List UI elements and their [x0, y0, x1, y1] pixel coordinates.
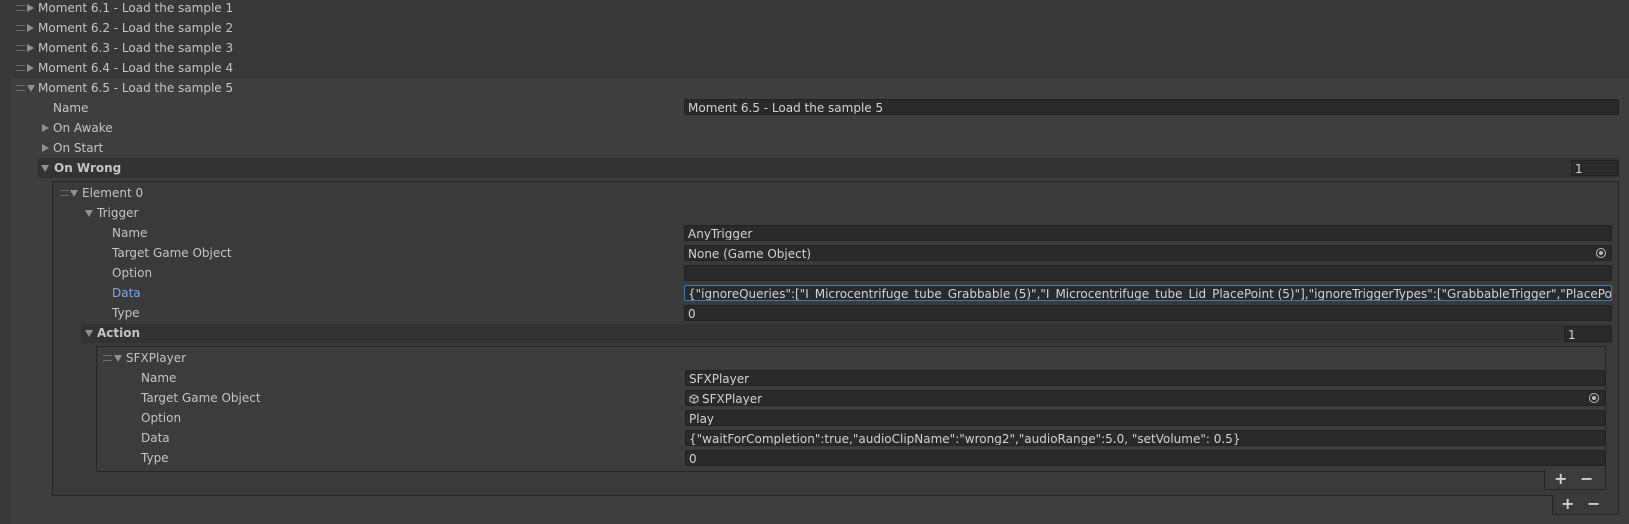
action-label: Action [97, 326, 141, 340]
element-0-row[interactable]: Element 0 [55, 183, 655, 203]
sfx-option-label: Option [141, 411, 182, 425]
remove-action-button[interactable]: − [1580, 469, 1593, 489]
drag-handle-icon[interactable] [103, 355, 112, 361]
collapse-arrow-icon[interactable] [85, 330, 93, 337]
sfx-type-field[interactable]: 0 [685, 450, 1605, 466]
collapse-arrow-icon[interactable] [27, 85, 35, 92]
add-action-button[interactable]: + [1554, 469, 1567, 489]
trigger-name-field[interactable]: AnyTrigger [684, 225, 1612, 241]
moment-row-6-3[interactable]: Moment 6.3 - Load the sample 3 [0, 38, 1629, 58]
sfxplayer-label: SFXPlayer [126, 351, 187, 365]
drag-handle-icon[interactable] [16, 25, 25, 31]
sfx-target-field[interactable]: SFXPlayer [685, 390, 1605, 406]
moment-label: Moment 6.2 - Load the sample 2 [38, 21, 234, 35]
trigger-option-label: Option [112, 266, 153, 280]
sfx-data-field[interactable]: {"waitForCompletion":true,"audioClipName… [685, 430, 1605, 446]
on-start-row[interactable]: On Start [40, 138, 640, 158]
trigger-type-field[interactable]: 0 [684, 305, 1612, 321]
drag-handle-icon[interactable] [60, 190, 69, 196]
object-picker-icon[interactable] [1596, 248, 1606, 258]
drag-handle-icon[interactable] [16, 85, 25, 91]
moment-row-6-1[interactable]: Moment 6.1 - Load the sample 1 [0, 0, 1629, 18]
add-element-button[interactable]: + [1561, 494, 1574, 514]
on-start-label: On Start [53, 141, 104, 155]
collapse-arrow-icon[interactable] [70, 190, 78, 197]
expand-arrow-icon[interactable] [27, 24, 34, 32]
moment-name-field[interactable]: Moment 6.5 - Load the sample 5 [684, 99, 1619, 115]
moment-label: Moment 6.5 - Load the sample 5 [38, 81, 234, 95]
trigger-target-value: None (Game Object) [688, 247, 812, 261]
drag-handle-icon[interactable] [16, 45, 25, 51]
on-awake-label: On Awake [53, 121, 113, 135]
expand-arrow-icon[interactable] [42, 124, 49, 132]
drag-handle-icon[interactable] [16, 65, 25, 71]
moment-row-6-5[interactable]: Moment 6.5 - Load the sample 5 [0, 78, 1629, 98]
sfx-type-label: Type [141, 451, 169, 465]
on-wrong-size-field[interactable]: 1 [1571, 160, 1619, 176]
expand-arrow-icon[interactable] [27, 64, 34, 72]
action-header[interactable]: Action [81, 324, 1612, 343]
trigger-type-label: Type [112, 306, 140, 320]
moment-row-6-2[interactable]: Moment 6.2 - Load the sample 2 [0, 18, 1629, 38]
trigger-row[interactable]: Trigger [84, 203, 684, 223]
element-0-label: Element 0 [82, 186, 144, 200]
trigger-data-field[interactable]: {"ignoreQueries":["I_Microcentrifuge_tub… [684, 285, 1612, 301]
expand-arrow-icon[interactable] [27, 4, 34, 12]
collapse-arrow-icon[interactable] [85, 210, 93, 217]
trigger-label: Trigger [97, 206, 139, 220]
moment-label: Moment 6.3 - Load the sample 3 [38, 41, 234, 55]
sfx-data-label: Data [141, 431, 170, 445]
on-wrong-header[interactable]: On Wrong [38, 158, 1619, 178]
expand-arrow-icon[interactable] [27, 44, 34, 52]
sfx-option-field[interactable]: Play [685, 410, 1605, 426]
trigger-target-label: Target Game Object [112, 246, 232, 260]
moment-label: Moment 6.1 - Load the sample 1 [38, 1, 234, 15]
on-wrong-label: On Wrong [54, 161, 122, 175]
moment-name-label: Name [53, 101, 89, 115]
sfx-target-value: SFXPlayer [702, 392, 763, 406]
moment-row-6-4[interactable]: Moment 6.4 - Load the sample 4 [0, 58, 1629, 78]
collapse-arrow-icon[interactable] [114, 355, 122, 362]
remove-element-button[interactable]: − [1587, 494, 1600, 514]
moment-label: Moment 6.4 - Load the sample 4 [38, 61, 234, 75]
sfx-name-field[interactable]: SFXPlayer [685, 370, 1605, 386]
gameobject-cube-icon [689, 394, 699, 404]
collapse-arrow-icon[interactable] [41, 165, 49, 172]
drag-handle-icon[interactable] [16, 5, 25, 11]
object-picker-icon[interactable] [1589, 393, 1599, 403]
expand-arrow-icon[interactable] [42, 144, 49, 152]
trigger-target-field[interactable]: None (Game Object) [684, 245, 1612, 261]
trigger-data-label: Data [112, 286, 141, 300]
sfxplayer-row[interactable]: SFXPlayer [100, 348, 700, 368]
trigger-option-field[interactable] [684, 265, 1612, 281]
sfx-name-label: Name [141, 371, 177, 385]
on-awake-row[interactable]: On Awake [40, 118, 640, 138]
trigger-name-label: Name [112, 226, 148, 240]
action-size-field[interactable]: 1 [1564, 326, 1612, 342]
sfx-target-label: Target Game Object [141, 391, 261, 405]
